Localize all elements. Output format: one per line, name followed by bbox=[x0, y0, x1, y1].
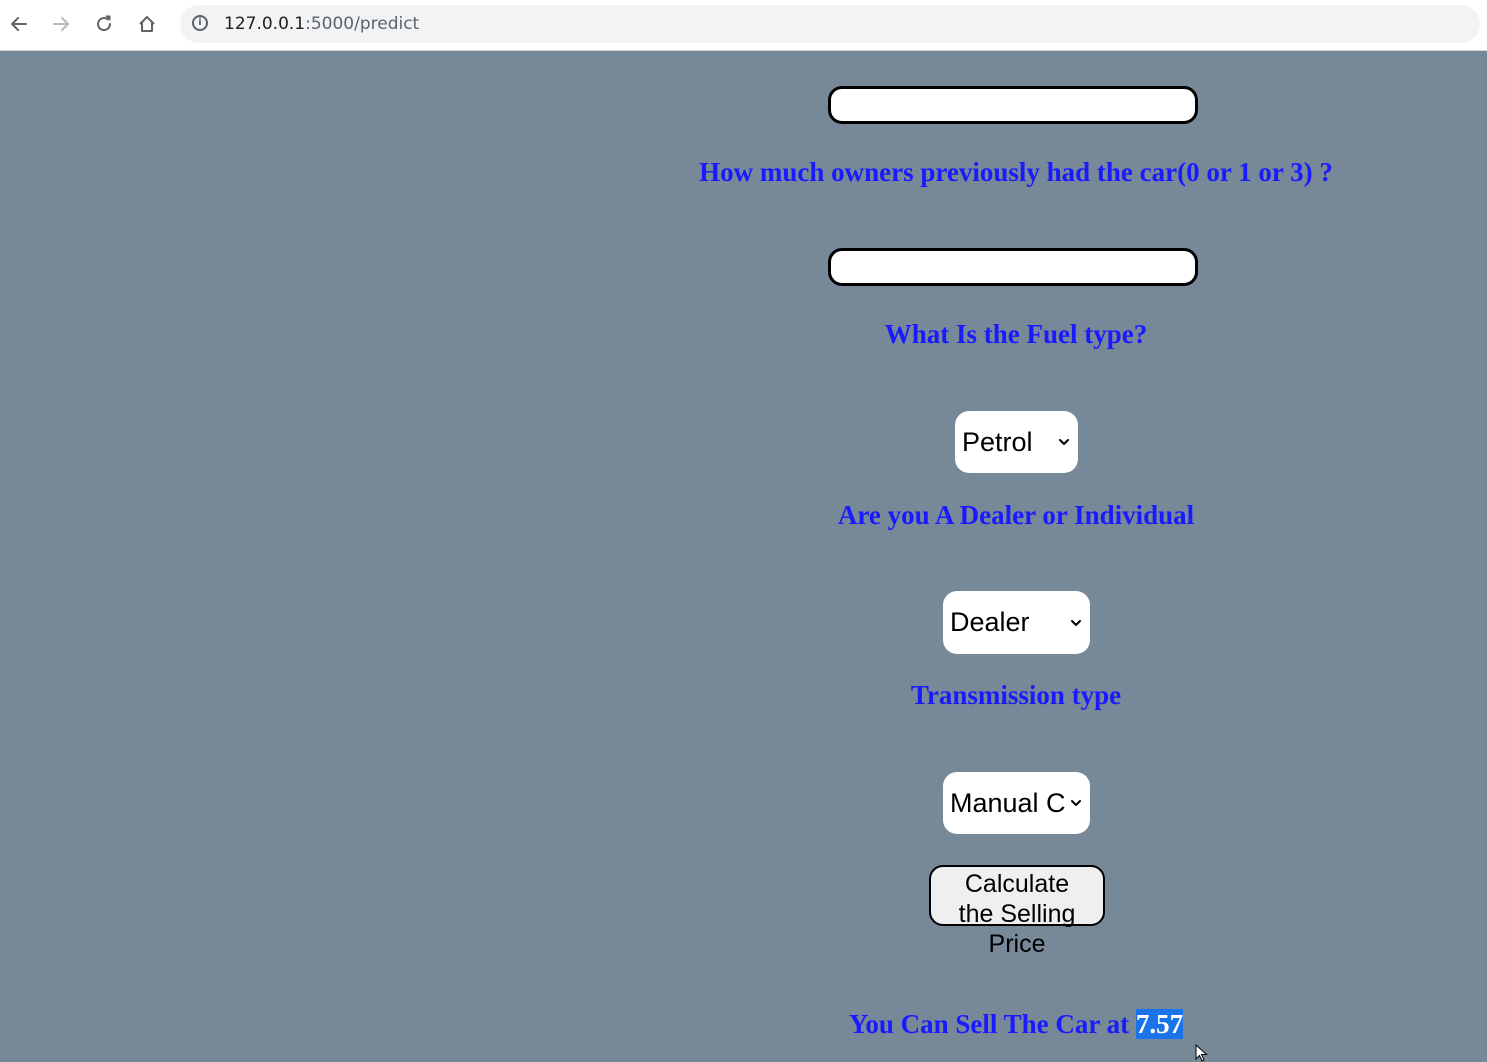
mouse-cursor-icon bbox=[1195, 1044, 1208, 1062]
seller-type-selected-value: Dealer bbox=[950, 607, 1030, 637]
chevron-down-icon bbox=[1071, 800, 1081, 806]
calculate-button-line-2: the Selling bbox=[958, 900, 1076, 928]
prediction-result: You Can Sell The Car at 7.57 bbox=[544, 1009, 1487, 1040]
predicted-price-value: 7.57 bbox=[1135, 1009, 1184, 1039]
url-path: :5000/predict bbox=[305, 14, 420, 34]
calculate-price-button[interactable]: Calculate the Selling Price bbox=[929, 865, 1105, 958]
arrow-right-icon bbox=[53, 17, 69, 31]
owners-input[interactable] bbox=[828, 248, 1198, 286]
transmission-type-select[interactable]: Manual C bbox=[943, 772, 1090, 834]
info-icon[interactable]: i bbox=[192, 15, 208, 31]
reload-icon bbox=[97, 15, 112, 32]
forward-button[interactable] bbox=[46, 9, 76, 39]
fuel-type-selected-value: Petrol bbox=[962, 426, 1033, 457]
arrow-left-icon bbox=[11, 17, 27, 31]
calculate-button-line-3: Price bbox=[988, 930, 1046, 958]
fuel-type-select[interactable]: Petrol bbox=[955, 411, 1078, 473]
url-host: 127.0.0.1 bbox=[224, 14, 306, 34]
transmission-type-label: Transmission type bbox=[910, 680, 1122, 710]
calculate-button-line-1: Calculate bbox=[964, 870, 1070, 898]
chevron-down-icon bbox=[1059, 439, 1069, 445]
browser-toolbar: i 127.0.0.1:5000/predict bbox=[0, 0, 1487, 51]
result-prefix: You Can Sell The Car at bbox=[848, 1009, 1136, 1039]
seller-type-label: Are you A Dealer or Individual bbox=[837, 500, 1195, 530]
previous-field-input[interactable] bbox=[828, 86, 1198, 124]
seller-type-select[interactable]: Dealer bbox=[943, 591, 1090, 654]
chevron-down-icon bbox=[1071, 619, 1081, 626]
home-button[interactable] bbox=[132, 9, 162, 39]
reload-button[interactable] bbox=[89, 9, 119, 39]
url-text[interactable]: 127.0.0.1:5000/predict bbox=[224, 14, 419, 34]
transmission-selected-value: Manual C bbox=[950, 787, 1066, 818]
fuel-type-label: What Is the Fuel type? bbox=[884, 319, 1148, 349]
prediction-form: How much owners previously had the car(0… bbox=[0, 51, 1487, 1062]
back-button[interactable] bbox=[4, 9, 34, 39]
address-bar[interactable]: i 127.0.0.1:5000/predict bbox=[180, 5, 1480, 43]
home-icon bbox=[139, 16, 155, 32]
owners-question-label: How much owners previously had the car(0… bbox=[699, 157, 1333, 187]
